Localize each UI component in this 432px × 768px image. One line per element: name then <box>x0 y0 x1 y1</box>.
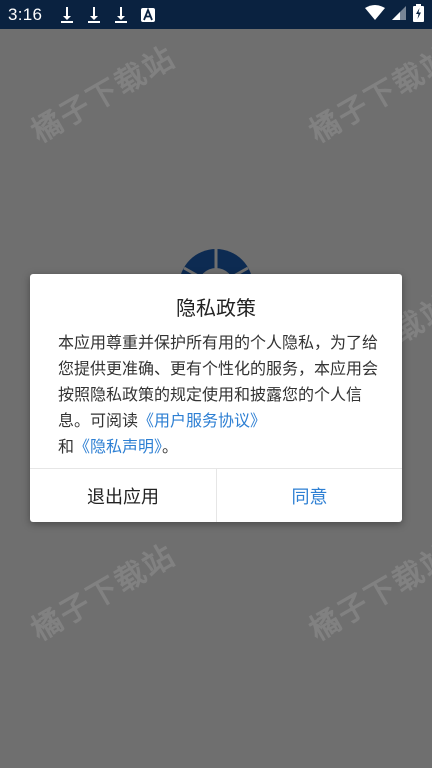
dialog-title: 隐私政策 <box>176 296 256 320</box>
status-bar: 3:16 <box>0 0 432 29</box>
privacy-statement-link[interactable]: 《隐私声明》 <box>74 437 162 456</box>
a-app-icon <box>139 6 157 24</box>
status-time: 3:16 <box>8 4 43 24</box>
agree-button[interactable]: 同意 <box>217 469 402 522</box>
download-icon <box>85 6 103 24</box>
signal-icon <box>391 5 407 25</box>
privacy-dialog: 隐私政策 本应用尊重并保护所有用的个人隐私，为了给您提供更准确、更有个性化的服务… <box>30 274 402 522</box>
dialog-and-text: 和 <box>58 437 75 456</box>
watermark: 橘子下载站 <box>25 39 182 151</box>
download-icon <box>58 6 76 24</box>
watermark: 橘子下载站 <box>303 537 432 649</box>
dialog-end-text: 。 <box>162 437 179 456</box>
battery-icon <box>413 3 424 26</box>
status-right-group <box>365 0 424 29</box>
exit-app-button[interactable]: 退出应用 <box>30 469 216 522</box>
wifi-icon <box>365 4 385 25</box>
dialog-body: 本应用尊重并保护所有用的个人隐私，为了给您提供更准确、更有个性化的服务，本应用会… <box>58 330 378 460</box>
download-icon <box>112 6 130 24</box>
watermark: 橘子下载站 <box>303 39 432 151</box>
user-service-agreement-link[interactable]: 《用户服务协议》 <box>138 411 266 430</box>
watermark: 橘子下载站 <box>25 537 182 649</box>
